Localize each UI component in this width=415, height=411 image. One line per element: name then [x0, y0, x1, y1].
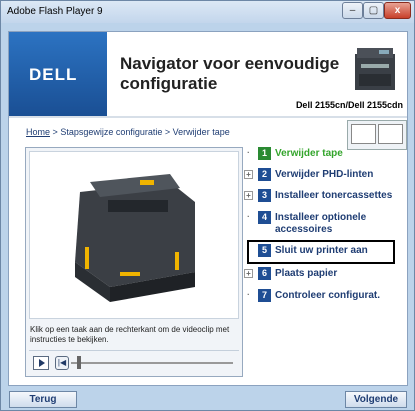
breadcrumb-home-link[interactable]: Home: [26, 127, 50, 137]
video-panel: Klik op een taak aan de rechterkant om d…: [25, 147, 243, 377]
step-label: Installeer tonercassettes: [275, 190, 393, 201]
step-number: 2: [258, 168, 271, 181]
breadcrumb: Home > Stapsgewijze configuratie > Verwi…: [26, 127, 230, 137]
dell-logo: DELL: [29, 65, 78, 84]
breadcrumb-step[interactable]: Stapsgewijze configuratie: [60, 127, 162, 137]
printer-icon: [355, 48, 395, 90]
printer-model: Dell 2155cn/Dell 2155cdn: [295, 100, 403, 110]
window-title: Adobe Flash Player 9: [7, 6, 103, 17]
step-number: 4: [258, 211, 271, 224]
title-bar: Adobe Flash Player 9 – ▢ x: [1, 1, 414, 23]
step-number: 3: [258, 189, 271, 202]
expand-icon[interactable]: +: [244, 170, 253, 179]
printer-video-frame: [75, 174, 195, 302]
step-number: 6: [258, 267, 271, 280]
step-5-highlight-box: [247, 240, 395, 264]
bullet-icon: ·: [247, 290, 250, 299]
expand-icon[interactable]: +: [244, 191, 253, 200]
app-title: Navigator voor eenvoudige configuratie: [120, 54, 339, 94]
app-title-line2: configuratie: [120, 74, 218, 93]
seek-track[interactable]: [71, 362, 233, 364]
breadcrumb-separator: >: [164, 127, 171, 137]
breadcrumb-separator: >: [52, 127, 58, 137]
step-label: Plaats papier: [275, 268, 338, 279]
maximize-button[interactable]: ▢: [363, 2, 384, 19]
seek-handle[interactable]: [77, 356, 81, 369]
play-button[interactable]: [33, 356, 49, 370]
view-thumb-icon[interactable]: [351, 124, 376, 144]
view-thumb-icon[interactable]: [378, 124, 403, 144]
back-button[interactable]: Terug: [9, 391, 77, 408]
next-button[interactable]: Volgende: [345, 391, 407, 408]
video-controls: |◀: [29, 350, 239, 373]
app-content: DELL Navigator voor eenvoudige configura…: [8, 31, 408, 386]
video-player[interactable]: [29, 151, 239, 319]
app-title-line1: Navigator voor eenvoudige: [120, 54, 340, 73]
step-label: Installeer optionele accessoires: [275, 212, 367, 235]
step-number: 7: [258, 289, 271, 302]
bullet-icon: ·: [247, 148, 250, 157]
app-header: DELL Navigator voor eenvoudige configura…: [9, 32, 407, 116]
flash-player-window: Adobe Flash Player 9 – ▢ x DELL Navigato…: [0, 0, 415, 411]
step-label: Verwijder PHD-linten: [275, 169, 374, 180]
minimize-button[interactable]: –: [342, 2, 363, 19]
expand-icon[interactable]: +: [244, 269, 253, 278]
step-label: Controleer configurat.: [275, 290, 381, 301]
step-number: 1: [258, 147, 271, 160]
view-toggle[interactable]: [347, 120, 407, 150]
video-hint: Klik op een taak aan de rechterkant om d…: [30, 325, 230, 344]
dell-logo-box: DELL: [9, 32, 107, 116]
breadcrumb-current: Verwijder tape: [172, 127, 230, 137]
header-divider: [9, 116, 407, 118]
rewind-icon[interactable]: |◀: [55, 356, 69, 370]
bullet-icon: ·: [247, 212, 250, 221]
close-button[interactable]: x: [384, 2, 411, 19]
step-label: Verwijder tape: [275, 148, 343, 159]
